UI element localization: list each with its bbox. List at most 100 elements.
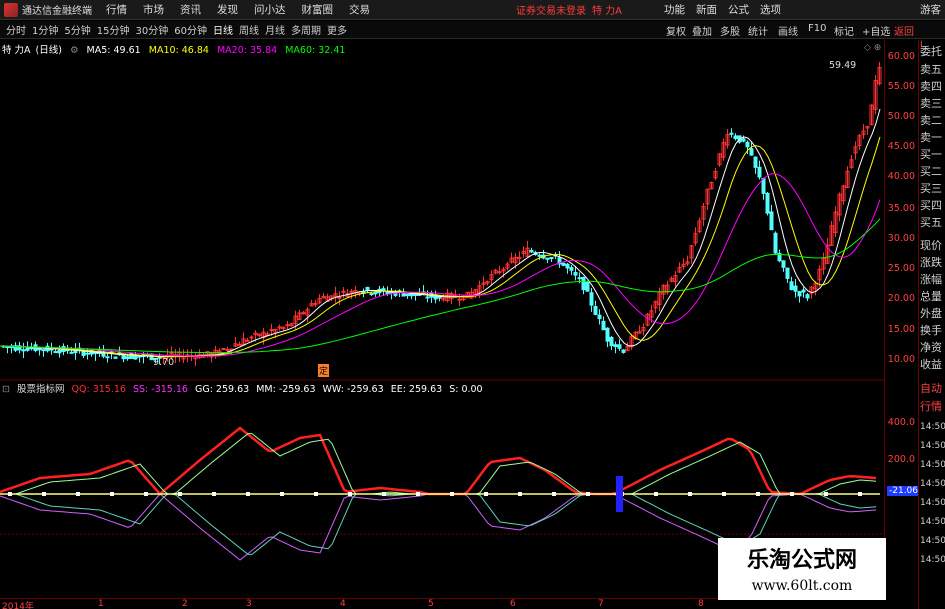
candle-body: [529, 249, 534, 253]
candle-body: [517, 256, 522, 259]
sidebar-item-sell3: 卖三: [920, 97, 942, 110]
gg-line: [0, 433, 877, 495]
candle-body: [801, 289, 806, 293]
menu-item-quotes[interactable]: 行情: [106, 2, 127, 17]
sidebar-item-auto[interactable]: 自动: [920, 383, 945, 394]
menu-item-news[interactable]: 资讯: [180, 2, 201, 17]
price-tick: 55.00: [887, 81, 915, 92]
menu-item-function[interactable]: 功能: [664, 2, 685, 17]
period-tab-more[interactable]: 更多: [327, 22, 347, 37]
candle-body: [573, 272, 578, 276]
tick-time: 14:50: [920, 479, 945, 489]
zero-marker: [654, 492, 658, 496]
menu-item-trade[interactable]: 交易: [349, 2, 370, 17]
zero-marker: [382, 492, 386, 496]
toolbar-back-button[interactable]: 返回: [894, 23, 914, 38]
sidebar-item-quote[interactable]: 行情: [920, 401, 945, 412]
period-tab-monthly[interactable]: 月线: [265, 22, 285, 37]
ee-value: EE: 259.63: [390, 384, 443, 395]
menu-item-guest[interactable]: 游客: [920, 2, 941, 17]
candle-body: [113, 356, 118, 359]
login-status[interactable]: 证券交易未登录: [516, 2, 586, 17]
period-tab-daily[interactable]: 日线: [213, 22, 233, 37]
toolbar-mark-button[interactable]: 标记: [834, 23, 854, 38]
candle-body: [53, 351, 58, 354]
candle-body: [609, 336, 614, 347]
quote-sidebar: L 委托 卖五 卖四 卖三 卖二 卖一 买一 买二 买三 买四 买五 现价 涨跌…: [918, 40, 945, 609]
toolbar-multistock-button[interactable]: 多股: [720, 23, 740, 38]
candle-body: [341, 290, 346, 293]
zero-marker: [552, 492, 556, 496]
toolbar-draw-button[interactable]: 画线: [778, 23, 798, 38]
price-tick: 15.00: [887, 324, 915, 335]
menu-item-options[interactable]: 选项: [760, 2, 781, 17]
ma5-label: MA5: 49.61: [86, 45, 141, 56]
candle-body: [21, 349, 26, 352]
candle-body: [125, 356, 130, 360]
tick-time: 14:50: [920, 441, 945, 451]
period-tab-1min[interactable]: 1分钟: [32, 22, 58, 37]
ma-line: [0, 136, 881, 358]
toolbar-overlay-button[interactable]: 叠加: [692, 23, 712, 38]
stock-label: 特 力A: [2, 45, 31, 56]
zero-marker: [722, 492, 726, 496]
toolbar-watchlist-button[interactable]: +自选: [862, 23, 890, 38]
period-tab-timeshare[interactable]: 分时: [6, 22, 26, 37]
toolbar-adjust-button[interactable]: 复权: [666, 23, 686, 38]
menu-item-formula[interactable]: 公式: [728, 2, 749, 17]
chart-canvas[interactable]: [0, 40, 884, 598]
menu-item-market[interactable]: 市场: [143, 2, 164, 17]
period-tab-weekly[interactable]: 周线: [239, 22, 259, 37]
menu-item-wealth[interactable]: 财富圈: [302, 2, 334, 17]
candle-body: [769, 211, 774, 231]
candle-body: [457, 298, 462, 301]
candle-body: [337, 296, 342, 299]
toolbar-f10-button[interactable]: F10: [808, 23, 826, 34]
period-tab-5min[interactable]: 5分钟: [64, 22, 90, 37]
watermark: 乐淘公式网 www.60lt.com: [718, 538, 886, 600]
indicator-name[interactable]: 股票指标网: [17, 384, 65, 395]
candle-body: [797, 291, 802, 297]
menu-item-newface[interactable]: 新面: [696, 2, 717, 17]
ma-line: [0, 218, 881, 354]
menu-bar: 通达信金融终端 行情 市场 资讯 发现 问小达 财富圈 交易 证券交易未登录 特…: [0, 0, 945, 20]
tick-time: 14:50: [920, 536, 945, 546]
indicator-checkbox-icon[interactable]: ⊡: [2, 384, 10, 395]
low-price-label: 9.70: [153, 357, 175, 368]
candle-body: [225, 349, 230, 352]
menu-item-ask[interactable]: 问小达: [254, 2, 286, 17]
period-tab-30min[interactable]: 30分钟: [135, 22, 168, 37]
sidebar-item-entrust[interactable]: 委托: [920, 46, 945, 57]
settings-gear-icon[interactable]: ⚙: [70, 45, 79, 56]
price-tick: 40.00: [887, 171, 915, 182]
zero-marker: [756, 492, 760, 496]
candle-body: [565, 263, 570, 269]
candle-body: [105, 356, 110, 359]
time-tick: 8: [698, 599, 704, 609]
candle-body: [349, 290, 354, 293]
candle-body: [137, 355, 142, 358]
candle-body: [621, 349, 626, 353]
price-tick: 10.00: [887, 354, 915, 365]
price-axis: 60.00 55.00 50.00 45.00 40.00 35.00 30.0…: [884, 40, 921, 600]
candle-body: [285, 324, 290, 327]
period-tab-multi[interactable]: 多周期: [291, 22, 321, 37]
menu-item-discover[interactable]: 发现: [217, 2, 238, 17]
time-tick: 3: [246, 599, 252, 609]
candle-body: [249, 336, 254, 339]
period-tab-60min[interactable]: 60分钟: [174, 22, 207, 37]
ss-value: SS: -315.16: [133, 384, 188, 395]
zero-marker: [858, 492, 862, 496]
period-tab-15min[interactable]: 15分钟: [97, 22, 130, 37]
panel-controls-icon[interactable]: ◇ ⊕: [864, 43, 881, 53]
candle-body: [381, 288, 386, 292]
sidebar-item-sell1: 卖一: [920, 131, 942, 144]
price-tick: 50.00: [887, 111, 915, 122]
candle-body: [401, 293, 406, 297]
candle-body: [805, 294, 810, 299]
ma20-label: MA20: 35.84: [216, 45, 278, 56]
toolbar-stats-button[interactable]: 统计: [748, 23, 768, 38]
candle-body: [549, 256, 554, 259]
watermark-url: www.60lt.com: [751, 578, 853, 594]
sidebar-item-outer: 外盘: [920, 307, 942, 320]
